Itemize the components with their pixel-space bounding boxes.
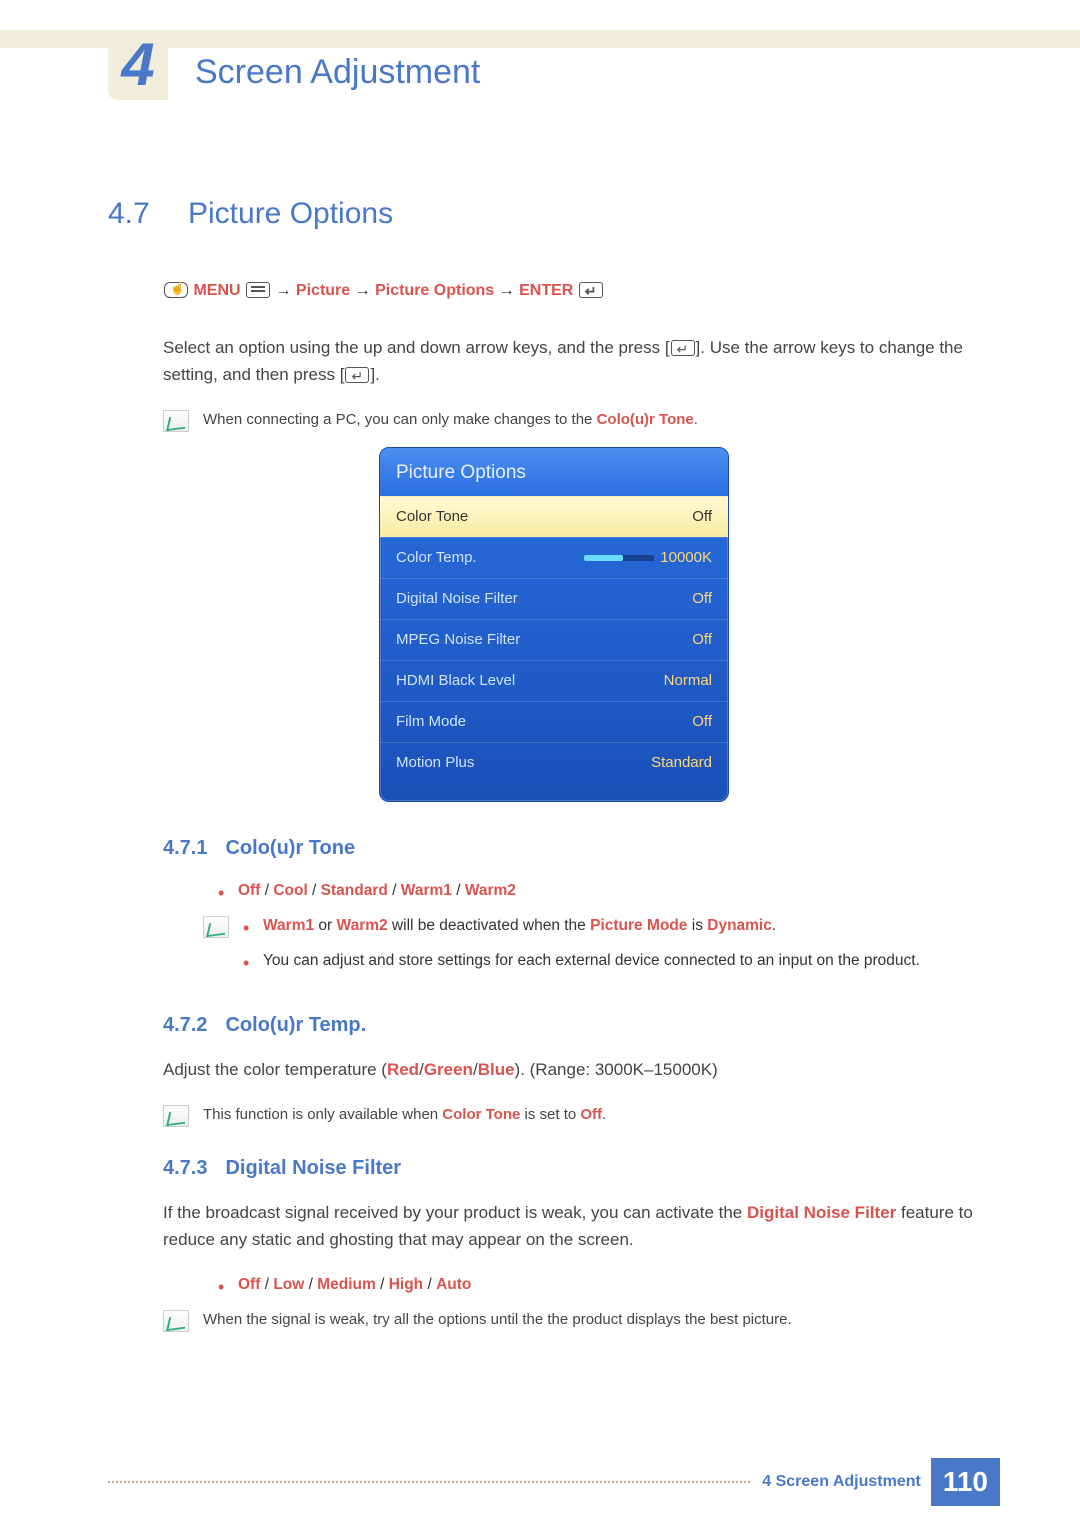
note-472: This function is only available when Col… [163, 1103, 1000, 1127]
osd-row-digital-noise[interactable]: Digital Noise Filter Off [380, 578, 728, 619]
chapter-number: 4 [121, 17, 154, 113]
osd-row-hdmi-black[interactable]: HDMI Black Level Normal [380, 660, 728, 701]
page-number: 110 [931, 1458, 1000, 1507]
section-title: Picture Options [188, 190, 393, 238]
osd-row-motion-plus[interactable]: Motion Plus Standard [380, 742, 728, 783]
section-heading: 4.7 Picture Options [108, 190, 1000, 238]
menu-icon [246, 282, 270, 298]
page-footer: 4 Screen Adjustment 110 [108, 1465, 1000, 1499]
chapter-title: Screen Adjustment [195, 45, 480, 99]
osd-panel: Picture Options Color Tone Off Color Tem… [379, 447, 729, 802]
subsection-471: 4.7.1 Colo(u)r Tone [163, 832, 1000, 864]
para-472: Adjust the color temperature (Red/Green/… [163, 1056, 1000, 1083]
subsection-472: 4.7.2 Colo(u)r Temp. [163, 1009, 1000, 1041]
osd-row-color-temp[interactable]: Color Temp. 10000K [380, 537, 728, 578]
enter-icon [671, 340, 695, 356]
note-icon [163, 410, 189, 432]
note-pc: When connecting a PC, you can only make … [163, 408, 1000, 432]
path-menu: MENU [193, 282, 240, 299]
footer-rule [108, 1481, 750, 1483]
enter-icon [345, 367, 369, 383]
remote-icon [164, 282, 188, 298]
note-471: Warm1 or Warm2 will be deactivated when … [203, 914, 1000, 984]
section-number: 4.7 [108, 190, 158, 238]
osd-row-mpeg-noise[interactable]: MPEG Noise Filter Off [380, 619, 728, 660]
slider-icon [584, 555, 654, 561]
path-enter: ENTER [519, 282, 573, 299]
chapter-tab: 4 [108, 30, 168, 100]
subsection-473: 4.7.3 Digital Noise Filter [163, 1152, 1000, 1184]
note-473: When the signal is weak, try all the opt… [163, 1308, 1000, 1332]
note-icon [163, 1105, 189, 1127]
path-picture-options: Picture Options [375, 282, 494, 299]
options-473: Off / Low / Medium / High / Auto [218, 1273, 1000, 1298]
note-icon [163, 1310, 189, 1332]
note-icon [203, 916, 229, 938]
menu-path: MENU → Picture → Picture Options → ENTER [163, 278, 1000, 304]
para-473: If the broadcast signal received by your… [163, 1199, 1000, 1253]
enter-icon [579, 282, 603, 298]
path-picture: Picture [296, 282, 350, 299]
intro-paragraph: Select an option using the up and down a… [163, 334, 1000, 388]
osd-row-film-mode[interactable]: Film Mode Off [380, 701, 728, 742]
options-471: Off / Cool / Standard / Warm1 / Warm2 [218, 879, 1000, 904]
osd-row-color-tone[interactable]: Color Tone Off [380, 496, 728, 537]
osd-title: Picture Options [380, 448, 728, 496]
